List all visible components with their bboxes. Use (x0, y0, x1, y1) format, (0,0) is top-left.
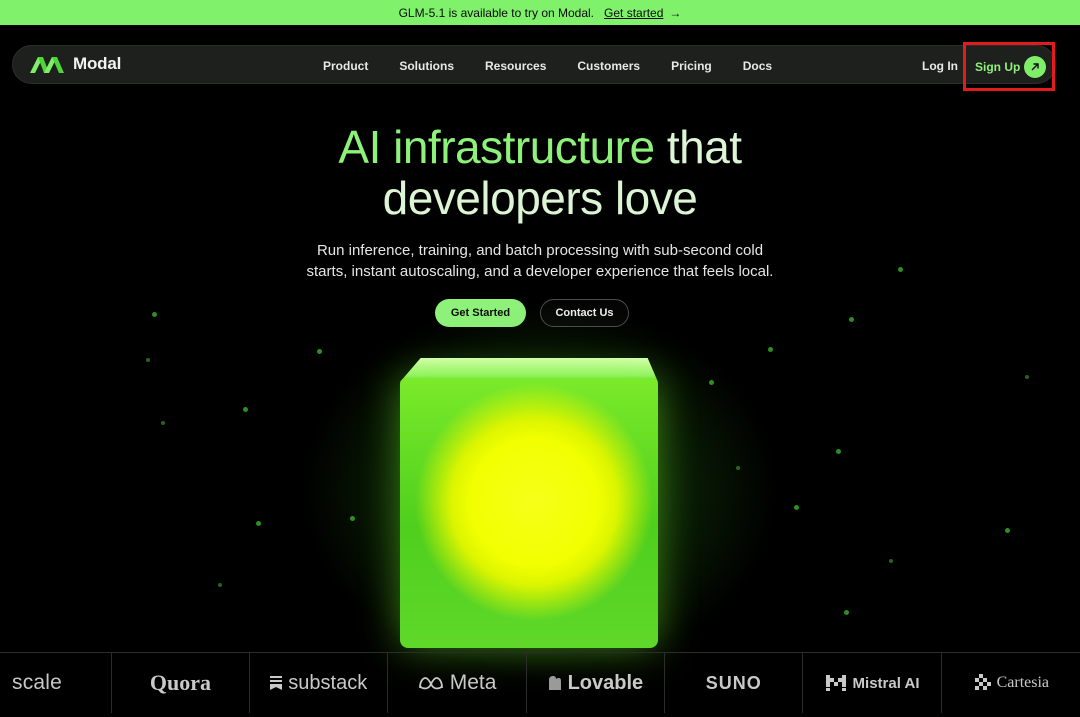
meta-logo-text: Meta (449, 671, 497, 694)
nav-item-resources[interactable]: Resources (485, 59, 546, 73)
signup-label: Sign Up (975, 59, 1021, 74)
logo-suno: SUNO (665, 653, 804, 713)
particle (1005, 528, 1010, 533)
particle (146, 358, 150, 362)
suno-logo-text: SUNO (705, 672, 762, 693)
brand-name: Modal (73, 54, 122, 73)
particle (152, 312, 157, 317)
nav-item-solutions[interactable]: Solutions (399, 59, 454, 73)
arrow-up-right-icon (1024, 56, 1046, 78)
particle (1025, 375, 1029, 379)
lovable-icon (548, 676, 561, 690)
glowing-cube-illustration (400, 378, 658, 648)
particle (768, 347, 773, 352)
particle (794, 505, 799, 510)
mistral-logo-text: Mistral AI (852, 674, 920, 692)
cartesia-logo-text: Cartesia (996, 674, 1050, 691)
quora-logo-text: Quora (149, 670, 212, 695)
particle (836, 449, 841, 454)
logo-quora: Quora (112, 653, 251, 713)
logo-lovable: Lovable (527, 653, 666, 713)
arrow-right-icon[interactable]: → (669, 6, 681, 20)
logo-mistral: Mistral AI (803, 653, 942, 713)
particle (161, 421, 165, 425)
logo-meta: Meta (388, 653, 527, 713)
logo-cartesia: Cartesia (942, 653, 1080, 713)
logo-scale: scale (0, 653, 112, 713)
login-link[interactable]: Log In (922, 46, 958, 85)
substack-logo-text: substack (288, 671, 368, 694)
customer-logos: scale Quora substack Meta Lovable SUNO M… (0, 652, 1080, 717)
scale-logo-text: scale (12, 671, 63, 694)
particle (889, 559, 893, 563)
hero-title: AI infrastructure that developers love (0, 122, 1080, 224)
hero-title-accent: AI infrastructure (338, 121, 655, 173)
brand-link[interactable]: Modal (30, 54, 121, 74)
substack-icon (270, 676, 283, 690)
meta-icon (418, 677, 443, 690)
nav-links: Product Solutions Resources Customers Pr… (323, 46, 772, 85)
hero-subtitle: Run inference, training, and batch proce… (0, 240, 1080, 282)
top-navigation: Modal Product Solutions Resources Custom… (12, 45, 1056, 84)
particle (243, 407, 248, 412)
hero-subtitle-line2: starts, instant autoscaling, and a devel… (306, 263, 774, 280)
announcement-banner: GLM-5.1 is available to try on Modal. Ge… (0, 0, 1080, 25)
particle (218, 583, 222, 587)
nav-item-product[interactable]: Product (323, 59, 368, 73)
particle (317, 349, 322, 354)
logo-substack: substack (250, 653, 389, 713)
modal-logo-icon (30, 57, 64, 73)
nav-item-pricing[interactable]: Pricing (671, 59, 712, 73)
banner-get-started-link[interactable]: Get started (604, 6, 663, 20)
hero-title-rest: that (654, 121, 742, 173)
hero-title-line2: developers love (382, 172, 698, 224)
lovable-logo-text: Lovable (567, 671, 644, 694)
banner-text: GLM-5.1 is available to try on Modal. (398, 5, 595, 20)
nav-item-customers[interactable]: Customers (577, 59, 640, 73)
particle (256, 521, 261, 526)
mistral-icon (825, 675, 846, 691)
cartesia-icon (974, 674, 991, 690)
particle (849, 317, 854, 322)
hero-subtitle-line1: Run inference, training, and batch proce… (316, 242, 764, 259)
particle (844, 610, 849, 615)
nav-item-docs[interactable]: Docs (743, 59, 772, 73)
signup-button[interactable]: Sign Up (963, 42, 1055, 91)
